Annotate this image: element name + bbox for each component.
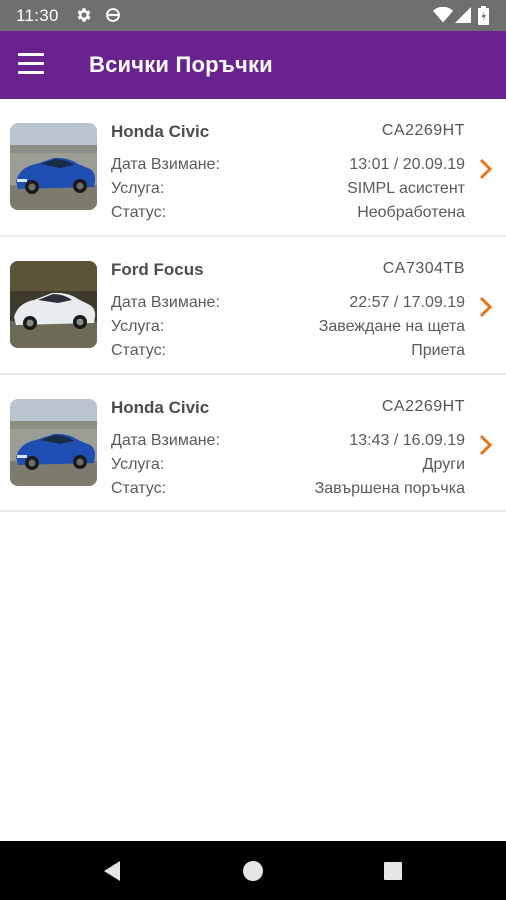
status-time: 11:30 <box>16 6 59 25</box>
status-value: Необработена <box>357 204 465 221</box>
navigation-bar <box>0 841 506 900</box>
orders-list: Honda Civic CA2269HT Дата Взимане: 13:01… <box>0 99 506 512</box>
service-value: Други <box>422 456 465 473</box>
page-title: Всички Поръчки <box>89 52 273 77</box>
car-name: Honda Civic <box>111 398 210 417</box>
chevron-right-icon[interactable] <box>478 434 494 456</box>
pickup-date-value: 22:57 / 17.09.19 <box>349 294 465 311</box>
car-name: Ford Focus <box>111 260 204 279</box>
chevron-right-icon[interactable] <box>478 158 494 180</box>
car-photo <box>10 261 97 348</box>
car-name: Honda Civic <box>111 122 210 141</box>
battery-icon <box>478 6 489 25</box>
order-item[interactable]: Ford Focus CA7304TB Дата Взимане: 22:57 … <box>0 237 506 375</box>
opera-icon <box>104 6 122 24</box>
pickup-date-label: Дата Взимане: <box>111 432 220 449</box>
status-value: Завършена поръчка <box>314 480 465 497</box>
car-photo <box>10 399 97 486</box>
status-label: Статус: <box>111 480 167 497</box>
service-value: SIMPL асистент <box>347 180 465 197</box>
gear-icon <box>75 6 93 24</box>
wifi-icon <box>433 7 453 23</box>
status-value: Приета <box>411 342 465 359</box>
service-label: Услуга: <box>111 318 165 335</box>
app-bar: Всички Поръчки <box>0 31 506 99</box>
service-label: Услуга: <box>111 180 165 197</box>
license-plate: CA2269HT <box>381 122 465 139</box>
pickup-date-label: Дата Взимане: <box>111 294 220 311</box>
pickup-date-label: Дата Взимане: <box>111 156 220 173</box>
service-label: Услуга: <box>111 456 165 473</box>
status-label: Статус: <box>111 204 167 221</box>
order-item[interactable]: Honda Civic CA2269HT Дата Взимане: 13:01… <box>0 99 506 237</box>
hamburger-icon[interactable] <box>10 43 54 87</box>
car-photo <box>10 123 97 210</box>
home-icon[interactable] <box>239 857 267 885</box>
recents-icon[interactable] <box>379 857 407 885</box>
chevron-right-icon[interactable] <box>478 296 494 318</box>
back-icon[interactable] <box>98 857 126 885</box>
service-value: Завеждане на щета <box>318 318 465 335</box>
order-item[interactable]: Honda Civic CA2269HT Дата Взимане: 13:43… <box>0 375 506 512</box>
signal-icon <box>455 7 471 23</box>
status-label: Статус: <box>111 342 167 359</box>
status-bar: 11:30 <box>0 0 506 31</box>
license-plate: CA2269HT <box>381 398 465 415</box>
pickup-date-value: 13:43 / 16.09.19 <box>349 432 465 449</box>
pickup-date-value: 13:01 / 20.09.19 <box>349 156 465 173</box>
license-plate: CA7304TB <box>382 260 465 277</box>
